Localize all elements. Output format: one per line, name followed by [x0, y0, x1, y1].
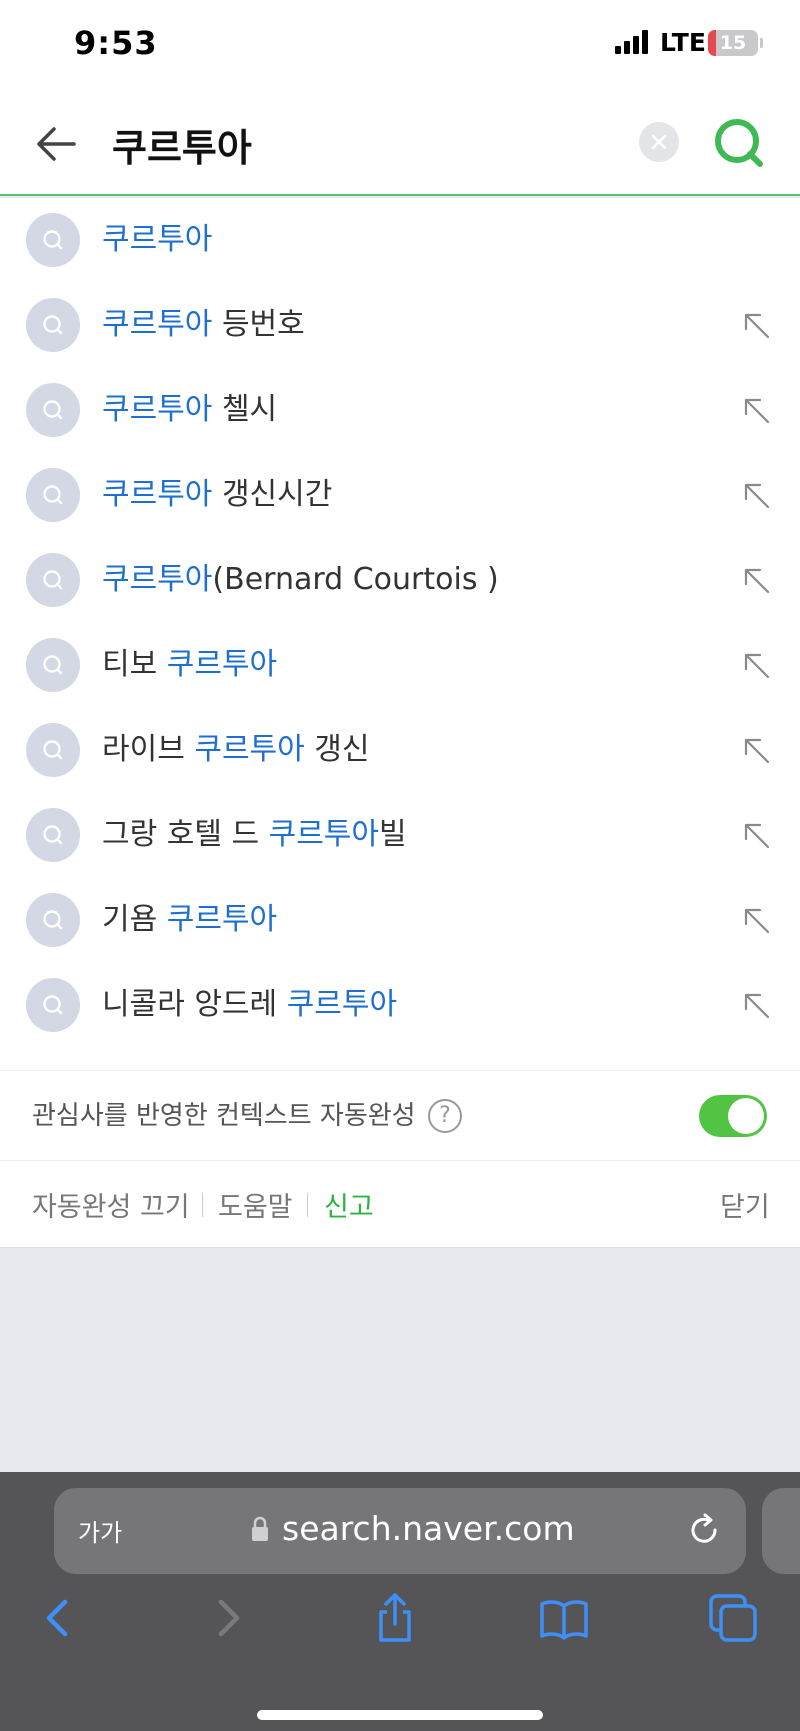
suggestion-item[interactable]: 쿠르투아(Bernard Courtois ): [0, 538, 800, 623]
back-arrow-icon[interactable]: [30, 116, 86, 172]
turn-off-autocomplete-link[interactable]: 자동완성 끄기: [32, 1185, 190, 1224]
text-size-button[interactable]: 가가: [78, 1513, 122, 1548]
suggestion-match-text: 쿠르투아: [268, 817, 380, 852]
suggestion-extra-text: 니콜라 앙드레: [102, 987, 287, 1022]
battery-cap: [760, 38, 763, 48]
reload-icon[interactable]: [686, 1512, 722, 1548]
address-bar[interactable]: 가가 search.naver.com: [54, 1488, 746, 1574]
close-link[interactable]: 닫기: [720, 1185, 770, 1224]
suggestion-item[interactable]: 티보 쿠르투아: [0, 623, 800, 708]
suggestion-text: 그랑 호텔 드 쿠르투아빌: [102, 813, 407, 857]
suggestion-text: 쿠르투아 첼시: [102, 388, 277, 432]
autocomplete-footer: 자동완성 끄기 도움말 신고 닫기: [0, 1160, 800, 1248]
suggestion-extra-text: 갱신: [304, 732, 370, 767]
suggestion-extra-text: 라이브: [102, 732, 195, 767]
suggestion-item[interactable]: 기욤 쿠르투아: [0, 878, 800, 963]
suggestion-match-text: 쿠르투아: [286, 987, 398, 1022]
suggestion-match-text: 쿠르투아: [102, 562, 213, 597]
fill-query-arrow-icon[interactable]: [738, 392, 774, 428]
fill-query-arrow-icon[interactable]: [738, 902, 774, 938]
back-icon[interactable]: [32, 1592, 84, 1644]
search-icon: [26, 553, 80, 607]
fill-query-arrow-icon[interactable]: [738, 732, 774, 768]
suggestion-text: 티보 쿠르투아: [102, 643, 277, 687]
help-icon[interactable]: ?: [428, 1099, 462, 1133]
suggestion-item[interactable]: 쿠르투아 등번호: [0, 283, 800, 368]
suggestion-match-text: 쿠르투아: [102, 477, 213, 512]
tabs-icon[interactable]: [707, 1592, 759, 1644]
search-icon: [26, 298, 80, 352]
suggestion-item[interactable]: 니콜라 앙드레 쿠르투아: [0, 963, 800, 1048]
suggestion-extra-text: (Bernard Courtois ): [212, 562, 499, 597]
clear-search-button[interactable]: [639, 122, 679, 162]
fill-query-arrow-icon[interactable]: [738, 562, 774, 598]
suggestion-extra-text: 기욤: [102, 902, 167, 937]
context-autocomplete-row: 관심사를 반영한 컨텍스트 자동완성 ?: [0, 1070, 800, 1160]
search-submit-icon[interactable]: [710, 114, 770, 174]
forward-icon[interactable]: [202, 1592, 254, 1644]
status-time: 9:53: [74, 24, 158, 62]
search-icon: [26, 808, 80, 862]
report-link[interactable]: 신고: [324, 1185, 374, 1224]
suggestion-match-text: 쿠르투아: [102, 307, 213, 342]
suggestion-extra-text: 첼시: [212, 392, 278, 427]
divider: [202, 1193, 203, 1217]
fill-query-arrow-icon[interactable]: [738, 477, 774, 513]
close-icon: [651, 134, 667, 150]
fill-query-arrow-icon[interactable]: [738, 307, 774, 343]
home-indicator: [257, 1710, 543, 1720]
suggestion-text: 기욤 쿠르투아: [102, 898, 277, 942]
suggestion-extra-text: 등번호: [212, 307, 305, 342]
context-autocomplete-toggle[interactable]: [699, 1095, 767, 1137]
network-label: LTE: [660, 28, 706, 57]
search-icon: [26, 213, 80, 267]
suggestion-item[interactable]: 쿠르투아: [0, 198, 800, 283]
suggestion-text: 쿠르투아 등번호: [102, 303, 305, 347]
search-icon: [26, 468, 80, 522]
suggestion-item[interactable]: 그랑 호텔 드 쿠르투아빌: [0, 793, 800, 878]
search-icon: [26, 638, 80, 692]
context-autocomplete-label: 관심사를 반영한 컨텍스트 자동완성: [32, 1101, 416, 1131]
signal-icon: [615, 30, 648, 54]
battery-icon: 15: [708, 30, 758, 56]
browser-toolbar: 가가 search.naver.com: [0, 1472, 800, 1731]
suggestion-item[interactable]: 쿠르투아 첼시: [0, 368, 800, 453]
help-link[interactable]: 도움말: [218, 1185, 293, 1224]
suggestion-match-text: 쿠르투아: [102, 222, 213, 257]
divider: [307, 1193, 308, 1217]
suggestion-list: 쿠르투아 쿠르투아 등번호 쿠르투아 첼시 쿠르투아 갱신시간 쿠르투아(Bernard…: [0, 198, 800, 1070]
search-icon: [26, 383, 80, 437]
url-text: search.naver.com: [282, 1509, 575, 1548]
suggestion-text: 쿠르투아: [102, 218, 212, 262]
search-icon: [26, 893, 80, 947]
fill-query-arrow-icon[interactable]: [738, 987, 774, 1023]
lock-icon: [252, 1516, 268, 1541]
suggestion-item[interactable]: 라이브 쿠르투아 갱신: [0, 708, 800, 793]
fill-query-arrow-icon[interactable]: [738, 817, 774, 853]
next-tab-preview[interactable]: [762, 1488, 800, 1574]
fill-query-arrow-icon[interactable]: [738, 647, 774, 683]
suggestion-text: 라이브 쿠르투아 갱신: [102, 728, 370, 772]
toggle-knob: [728, 1098, 764, 1134]
suggestion-text: 쿠르투아(Bernard Courtois ): [102, 558, 499, 602]
suggestion-extra-text: 티보: [102, 647, 167, 682]
search-icon: [26, 723, 80, 777]
bookmarks-icon[interactable]: [538, 1592, 590, 1644]
suggestion-extra-text: 그랑 호텔 드: [102, 817, 269, 852]
suggestion-match-text: 쿠르투아: [102, 392, 213, 427]
suggestion-match-text: 쿠르투아: [166, 647, 278, 682]
suggestion-extra-text: 빌: [379, 817, 407, 852]
suggestion-match-text: 쿠르투아: [166, 902, 278, 937]
suggestion-text: 니콜라 앙드레 쿠르투아: [102, 983, 397, 1027]
search-input[interactable]: [112, 116, 612, 172]
search-header: [0, 92, 800, 196]
status-bar: 9:53 LTE 15: [0, 0, 800, 92]
suggestion-extra-text: 갱신시간: [212, 477, 333, 512]
suggestion-match-text: 쿠르투아: [194, 732, 305, 767]
search-icon: [26, 978, 80, 1032]
suggestion-text: 쿠르투아 갱신시간: [102, 473, 332, 517]
battery-level: 15: [719, 32, 747, 54]
share-icon[interactable]: [369, 1592, 421, 1644]
suggestion-item[interactable]: 쿠르투아 갱신시간: [0, 453, 800, 538]
